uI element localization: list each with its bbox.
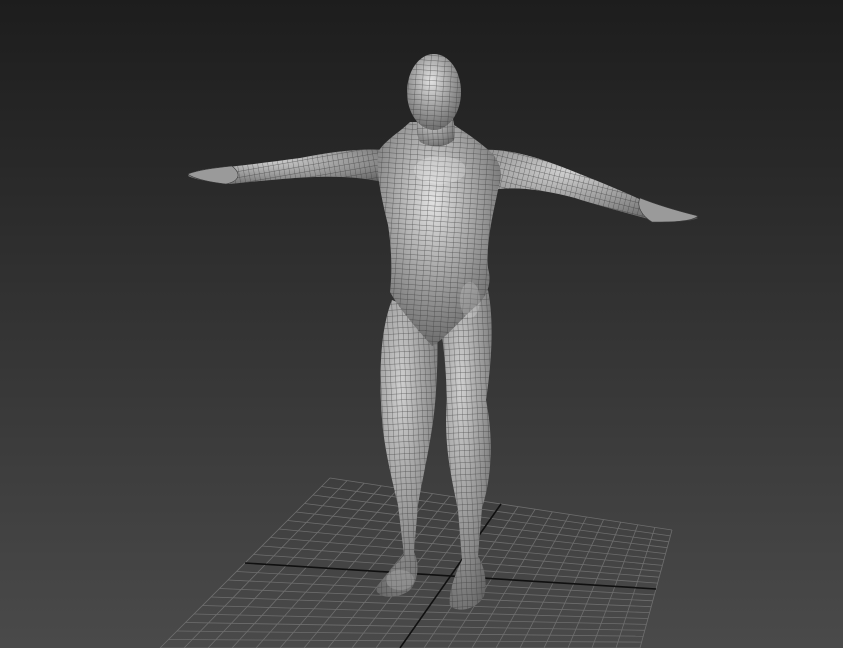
perspective-viewport[interactable] xyxy=(0,0,843,648)
viewport-canvas[interactable] xyxy=(0,0,843,648)
foot-highlight xyxy=(386,570,414,590)
chest-highlight xyxy=(414,156,466,184)
hip-highlight xyxy=(460,282,480,318)
